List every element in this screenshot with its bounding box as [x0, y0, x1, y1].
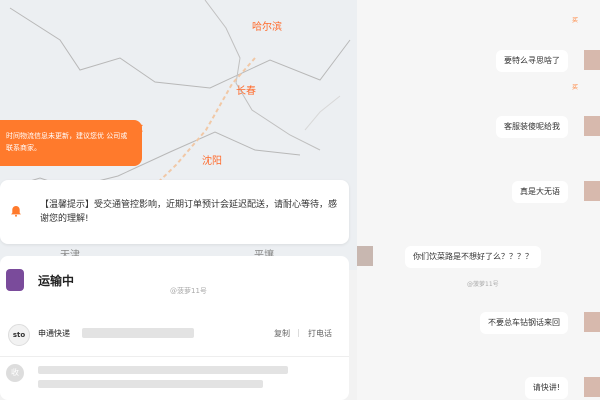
blurred-address-2: [38, 380, 263, 388]
delivery-pane: 哈尔滨 长春 沈阳 天津 平壤 时间物流信息未更新，建议您优 公司或联系商家。 …: [0, 0, 357, 400]
warm-notice-text: 【温馨提示】受交通管控影响，近期订单预计会延迟配送，请耐心等待，感谢您的理解!: [40, 200, 338, 224]
chat-tag-2: 买: [571, 84, 578, 91]
chat-pane: 买 买 要特么寻思啥了 客服装傻呢给我 真是大无语 你们饮菜路是不想好了么？？？…: [357, 0, 600, 400]
chat-message-6: 请快讲!: [524, 377, 568, 399]
avatar: [584, 312, 600, 332]
screenshot: 哈尔滨 长春 沈阳 天津 平壤 时间物流信息未更新，建议您优 公司或联系商家。 …: [0, 0, 600, 400]
watermark: @菠萝11号: [170, 287, 207, 295]
avatar: [357, 246, 373, 266]
warm-notice-card: 【温馨提示】受交通管控影响，近期订单预计会延迟配送，请耐心等待，感谢您的理解!: [0, 180, 349, 244]
collect-badge: 收: [6, 364, 24, 382]
sto-logo-icon: sto: [8, 324, 30, 346]
avatar: [584, 50, 600, 70]
chat-tag-1: 买: [571, 17, 578, 24]
chat-message-4: 你们饮菜路是不想好了么？？？？: [405, 246, 541, 268]
bell-icon: [11, 206, 21, 217]
map-city-harbin: 哈尔滨: [252, 22, 282, 33]
call-button[interactable]: 打电话: [308, 328, 332, 339]
courier-name: 申通快递: [38, 329, 70, 338]
copy-button[interactable]: 复制: [274, 328, 290, 339]
avatar: [584, 181, 600, 201]
close-icon[interactable]: ✕: [132, 123, 146, 137]
shipment-status: 运输中: [38, 274, 75, 288]
chat-watermark: @菠萝11号: [467, 281, 499, 288]
avatar: [584, 377, 600, 397]
chat-message-3: 真是大无语: [512, 181, 568, 203]
map-city-shenyang: 沈阳: [202, 156, 222, 167]
map-city-changchun: 长春: [236, 86, 256, 97]
separator: |: [297, 328, 300, 337]
chat-message-5: 不要总车钻钢话来回: [480, 312, 568, 334]
blurred-tracking-number: [82, 328, 194, 338]
app-icon: [6, 269, 24, 291]
shipment-card: 运输中 @菠萝11号 sto 申通快递 复制 | 打电话 收: [0, 256, 349, 400]
avatar: [584, 116, 600, 136]
chat-message-2: 客服装傻呢给我: [496, 116, 568, 138]
chat-message-1: 要特么寻思啥了: [496, 50, 568, 72]
logistics-notice-bubble: 时间物流信息未更新，建议您优 公司或联系商家。: [0, 120, 142, 166]
divider: [0, 356, 349, 357]
blurred-address-1: [38, 366, 288, 374]
